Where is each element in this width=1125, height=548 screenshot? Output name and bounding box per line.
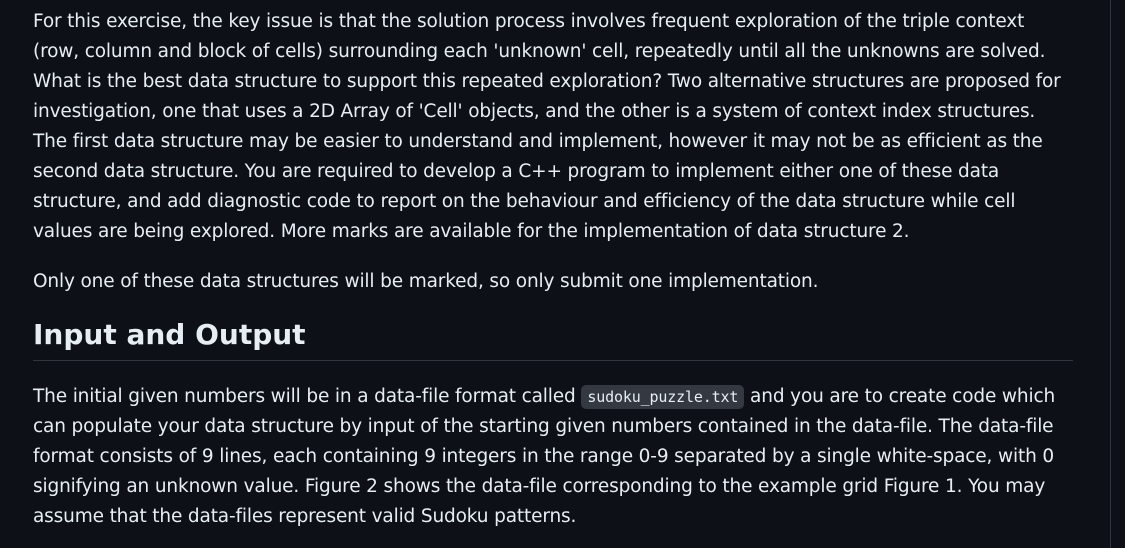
markdown-body: For this exercise, the key issue is that…	[33, 7, 1073, 532]
paragraph-text-after-code: and you are to create code which can pop…	[33, 386, 1056, 527]
paragraph-input-format: The initial given numbers will be in a d…	[33, 382, 1073, 532]
paragraph-single-implementation-note: Only one of these data structures will b…	[33, 271, 819, 292]
inline-code-filename: sudoku_puzzle.txt	[581, 385, 745, 409]
paragraph-exercise-description: For this exercise, the key issue is that…	[33, 11, 1061, 242]
paragraph-text-before-code: The initial given numbers will be in a d…	[33, 386, 582, 407]
heading-input-and-output: Input and Output	[33, 315, 1073, 361]
vertical-scrollbar[interactable]	[1110, 0, 1125, 548]
